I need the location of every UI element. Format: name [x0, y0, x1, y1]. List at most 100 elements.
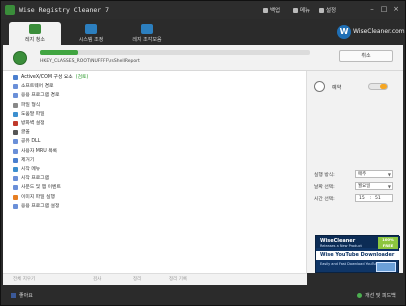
day-select[interactable]: 월요일 ▼: [355, 182, 393, 190]
time-separator: :: [370, 196, 372, 201]
brand-link[interactable]: W WiseCleaner.com: [337, 25, 405, 39]
list-item[interactable]: 소프트웨어 경로: [3, 82, 303, 91]
scan-path: HKEY_CLASSES_ROOT\NUFFFF\rsShellReport: [40, 59, 140, 64]
settings-icon: [319, 8, 324, 13]
font-icon: [13, 130, 18, 136]
promo-badge: 100% FREE: [378, 237, 398, 249]
list-item-label: 제거기: [21, 157, 35, 163]
run-mode-label: 실행 방식:: [314, 173, 335, 178]
list-item-status: (검토): [75, 75, 89, 80]
toggle-knob: [380, 84, 387, 89]
image-exec-icon: [13, 194, 18, 200]
list-item-label: 시작 프로그램: [21, 176, 50, 182]
promo-product-strip: Wise YouTube Downloader: [316, 251, 400, 260]
window-title: Wise Registry Cleaner 7: [19, 6, 110, 14]
promo-product: Wise YouTube Downloader: [320, 252, 395, 258]
list-item-label: 응용 프로그램 설정: [21, 203, 60, 209]
clean-button[interactable]: 정리: [133, 276, 141, 282]
promo-subtitle: Releases a New Product: [320, 244, 362, 248]
tab-system-tune[interactable]: 시스템 조정: [65, 22, 117, 45]
sound-event-icon: [13, 185, 18, 191]
backup-menu[interactable]: 백업: [263, 6, 280, 14]
list-item-label: 글꼴: [21, 130, 30, 136]
app-path-icon: [13, 93, 18, 99]
scan-button[interactable]: 검사: [93, 276, 101, 282]
file-type-icon: [13, 102, 18, 108]
list-item[interactable]: 공유 DLL: [3, 137, 303, 146]
list-item[interactable]: 이미지 파일 실행: [3, 193, 303, 202]
feedback-button[interactable]: 개선 및 피드백: [357, 292, 396, 299]
feedback-label: 개선 및 피드백: [365, 293, 396, 299]
list-item[interactable]: 제거기: [3, 156, 303, 165]
run-mode-select[interactable]: 매주 ▼: [355, 170, 393, 178]
cancel-button[interactable]: 취소: [339, 50, 393, 62]
brand-text: WiseCleaner.com: [353, 28, 405, 35]
list-item-label: 응용 프로그램 경로: [21, 93, 60, 99]
app-logo-icon: [5, 5, 15, 15]
registry-defrag-icon: [141, 24, 153, 34]
minimize-button[interactable]: –: [367, 5, 377, 14]
chevron-down-icon: ▼: [387, 184, 391, 189]
list-item[interactable]: 글꼴: [3, 128, 303, 137]
app-window: Wise Registry Cleaner 7 백업 메뉴 설정 – □ × 레…: [0, 0, 406, 306]
clear-all-button[interactable]: 전체 지우기: [13, 276, 35, 282]
time-minute[interactable]: 51: [375, 195, 381, 202]
scan-category-list: ActiveX/COM 구성 요소 (검토) 소프트웨어 경로응용 프로그램 경로파…: [3, 71, 307, 273]
list-item[interactable]: 시작 프로그램: [3, 174, 303, 183]
app-settings-icon: [13, 203, 18, 209]
wisecleaner-logo-icon: W: [337, 25, 351, 39]
list-item-text: ActiveX/COM 구성 요소 (검토): [21, 73, 88, 82]
list-item-label: ActiveX/COM 구성 요소: [21, 75, 73, 80]
list-item-label: 이미지 파일 실행: [21, 194, 55, 200]
promo-screenshot: [376, 262, 396, 272]
settings-label: 설정: [326, 8, 337, 14]
list-item[interactable]: 사운드 및 앱 이벤트: [3, 183, 303, 192]
uninstaller-icon: [13, 157, 18, 163]
settings-menu[interactable]: 설정: [319, 6, 336, 14]
tab-registry-clean[interactable]: 레지 청소: [9, 22, 61, 45]
like-button[interactable]: 좋아요: [11, 292, 33, 299]
tab-registry-defrag[interactable]: 레지 조각모음: [121, 22, 173, 45]
main-menu[interactable]: 메뉴: [293, 6, 310, 14]
time-select[interactable]: 15 : 51: [355, 194, 393, 202]
list-item[interactable]: ActiveX/COM 구성 요소 (검토): [3, 73, 303, 82]
list-item-label: 도움말 파일: [21, 111, 45, 117]
list-item-label: 방화벽 설정: [21, 121, 45, 126]
firewall-icon: [13, 121, 18, 126]
scan-progress-fill: [40, 50, 78, 55]
clean-history-button[interactable]: 정리 기록: [169, 276, 187, 282]
thumbs-up-icon: [11, 293, 16, 298]
list-item-label: 소프트웨어 경로: [21, 84, 54, 90]
list-item[interactable]: 사용자 MRU 목록: [3, 147, 303, 156]
list-item[interactable]: 응용 프로그램 설정: [3, 202, 303, 211]
list-item[interactable]: 도움말 파일: [3, 110, 303, 119]
menu-label: 메뉴: [300, 8, 311, 14]
time-hour[interactable]: 15: [359, 195, 365, 202]
list-item[interactable]: 방화벽 설정: [3, 119, 303, 128]
list-item-label: 사용자 MRU 목록: [21, 148, 58, 154]
startup-program-icon: [13, 176, 18, 182]
bottom-toolbar: 전체 지우기 검사 정리 정리 기록: [3, 273, 307, 285]
title-bar: Wise Registry Cleaner 7 백업 메뉴 설정 – □ ×: [1, 1, 405, 19]
list-item[interactable]: 시작 메뉴: [3, 165, 303, 174]
help-file-icon: [13, 111, 18, 117]
shared-dll-icon: [13, 139, 18, 145]
list-item[interactable]: 응용 프로그램 경로: [3, 91, 303, 100]
tab-label: 레지 청소: [25, 37, 45, 43]
backup-label: 백업: [270, 8, 281, 14]
schedule-toggle[interactable]: [368, 83, 388, 90]
time-select-label: 시간 선택:: [314, 197, 335, 202]
promo-banner[interactable]: WiseCleaner Releases a New Product 100% …: [315, 235, 400, 273]
maximize-button[interactable]: □: [379, 5, 389, 14]
list-item-label: 시작 메뉴: [21, 167, 41, 172]
schedule-label: 예약: [332, 85, 342, 91]
scan-status-icon: [13, 51, 27, 65]
day-select-label: 날짜 선택:: [314, 185, 335, 190]
tab-label: 레지 조각모음: [132, 37, 162, 43]
like-label: 좋아요: [19, 293, 33, 299]
list-item[interactable]: 파일 형식: [3, 101, 303, 110]
close-button[interactable]: ×: [391, 5, 401, 14]
chevron-down-icon: ▼: [387, 172, 391, 177]
tab-label: 시스템 조정: [78, 37, 104, 43]
start-menu-icon: [13, 167, 18, 172]
